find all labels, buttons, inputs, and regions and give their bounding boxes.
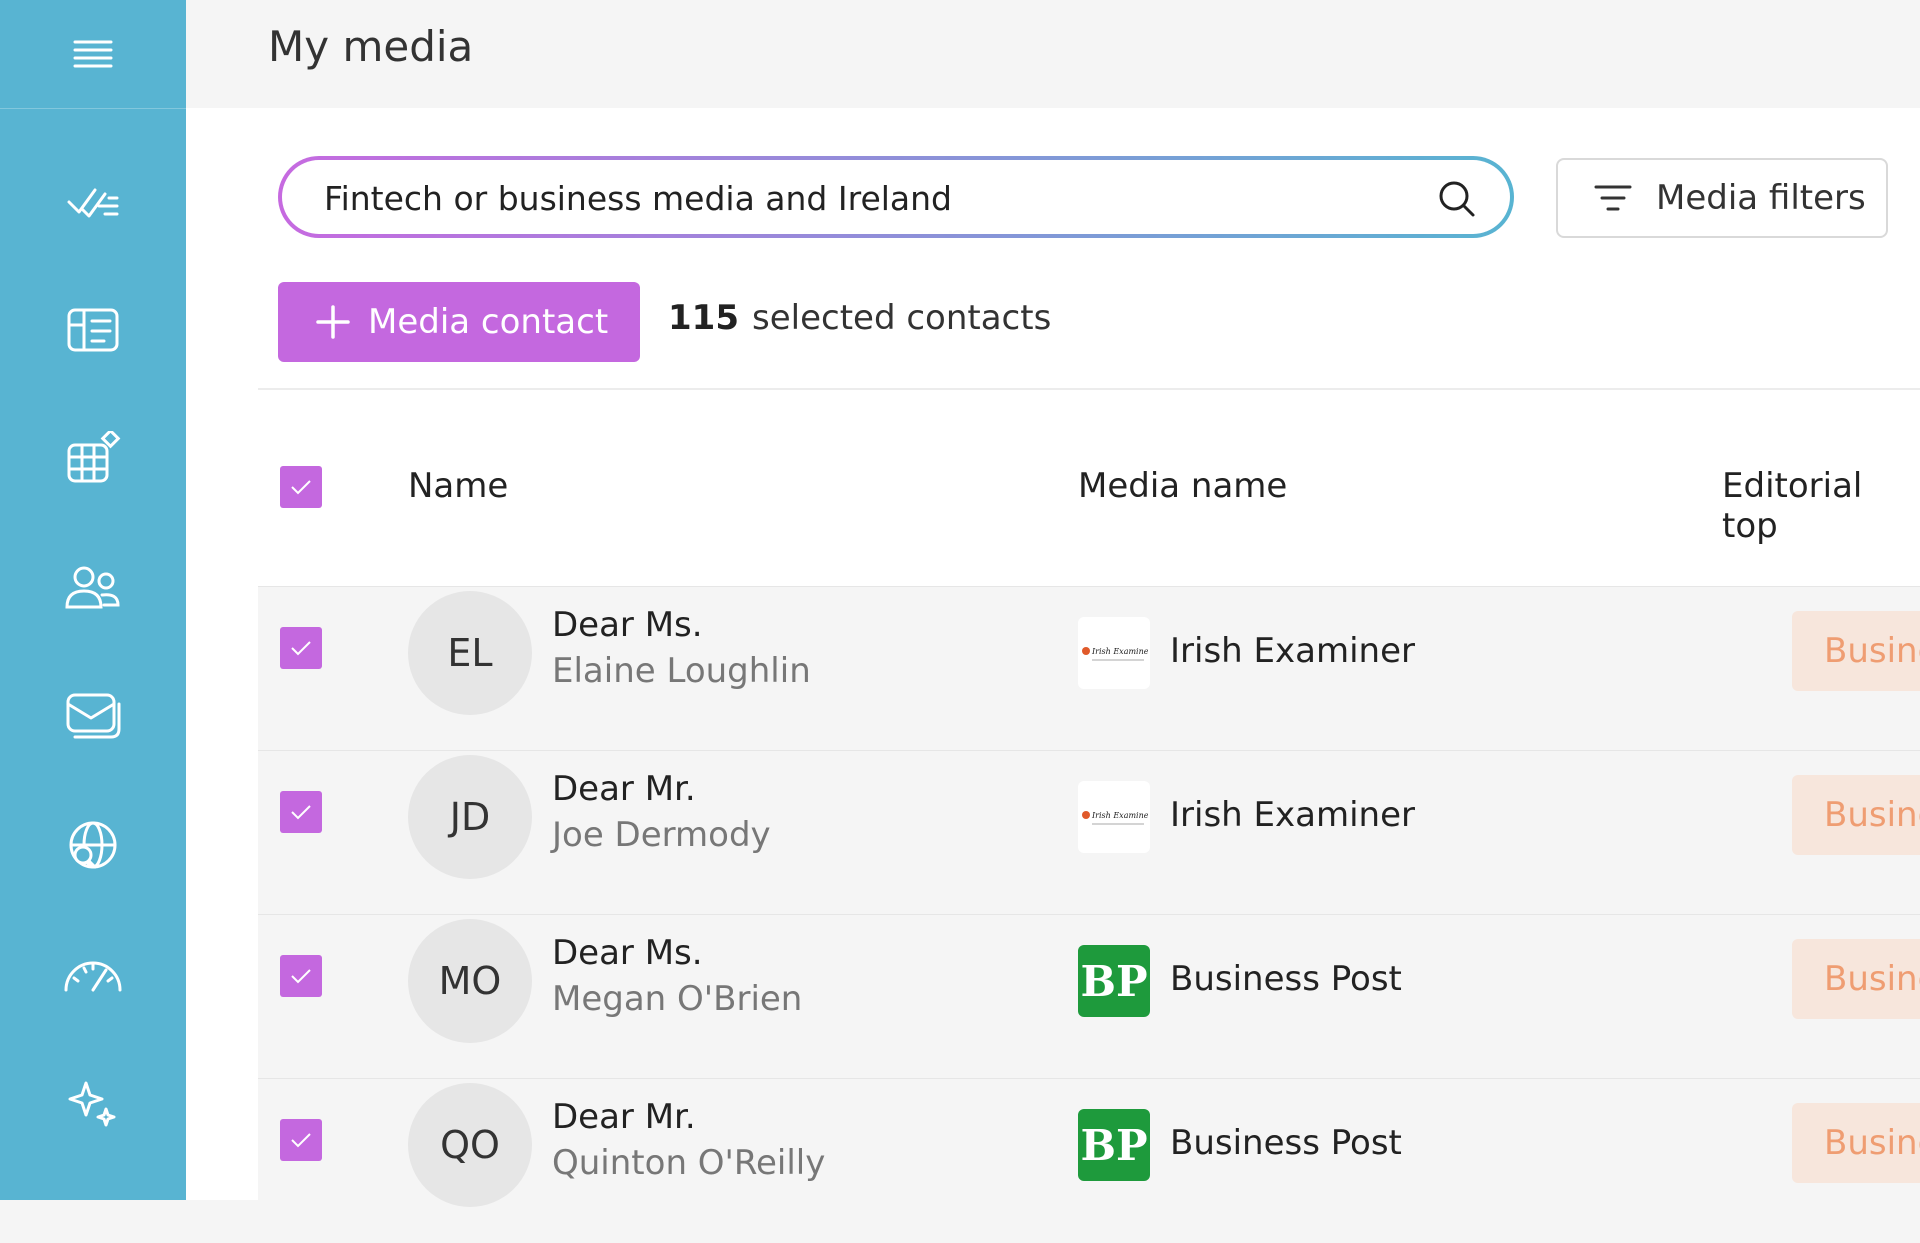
row-checkbox[interactable] [280,1119,322,1161]
filter-icon [1594,184,1632,212]
column-header-name[interactable]: Name [408,466,508,506]
check-icon [291,480,311,495]
selected-label: selected contacts [752,298,1052,338]
irish-examiner-wordmark: Irish Examiner [1091,647,1148,656]
contacts-icon [65,566,120,609]
nav-contacts[interactable] [0,548,186,628]
dashboard-icon [67,308,119,352]
selected-count: 115 [668,298,739,338]
nav-table-edit[interactable] [0,418,186,498]
globe-search-icon [69,821,117,869]
nav-tasks[interactable] [0,162,186,242]
row-checkbox[interactable] [280,791,322,833]
contact-name[interactable]: Quinton O'Reilly [552,1143,825,1183]
irish-examiner-logo: Irish Examiner [1078,781,1150,853]
row-checkbox[interactable] [280,627,322,669]
table-row[interactable]: QO Dear Mr. Quinton O'Reilly BP Business… [258,1078,1920,1243]
business-post-logo: BP [1078,1109,1150,1181]
page-title: My media [268,22,474,71]
business-post-logo: BP [1078,945,1150,1017]
column-header-media-name[interactable]: Media name [1078,466,1287,506]
check-icon [291,641,311,656]
topic-badge: Business [1792,775,1920,855]
column-header-editorial-topics[interactable]: Editorial top [1722,466,1920,546]
check-icon [291,1133,311,1148]
irish-examiner-logo: Irish Examiner [1078,617,1150,689]
menu-button[interactable] [0,0,186,109]
nav-sparkle[interactable] [0,1064,186,1144]
contact-name[interactable]: Elaine Loughlin [552,651,811,691]
media-filters-label: Media filters [1656,178,1866,218]
row-checkbox[interactable] [280,955,322,997]
media-name[interactable]: Irish Examiner [1170,631,1415,671]
select-all-checkbox[interactable] [280,466,322,508]
media-filters-button[interactable]: Media filters [1556,158,1888,238]
search-box [278,156,1514,238]
add-media-contact-label: Media contact [368,302,609,342]
topic-badge: Business [1792,1103,1920,1183]
avatar: QO [408,1083,532,1207]
sparkle-icon [68,1081,116,1127]
table-row[interactable]: MO Dear Ms. Megan O'Brien BP Business Po… [258,914,1920,1079]
table-row[interactable]: JD Dear Mr. Joe Dermody Irish Examiner I… [258,750,1920,915]
check-icon [291,969,311,984]
plus-icon [316,305,350,339]
nav-mail[interactable] [0,676,186,756]
contact-salutation: Dear Ms. [552,933,703,973]
top-bar: My media [186,0,1920,108]
nav-globe-search[interactable] [0,806,186,886]
contact-name[interactable]: Megan O'Brien [552,979,802,1019]
menu-icon [73,40,113,68]
search-icon[interactable] [1438,180,1476,218]
avatar: EL [408,591,532,715]
check-icon [291,805,311,820]
contact-name[interactable]: Joe Dermody [552,815,771,855]
sidebar [0,0,186,1200]
contact-salutation: Dear Ms. [552,605,703,645]
table-edit-icon [67,431,121,483]
add-media-contact-button[interactable]: Media contact [278,282,640,362]
media-name[interactable]: Irish Examiner [1170,795,1415,835]
contact-salutation: Dear Mr. [552,769,696,809]
mail-icon [66,693,121,739]
search-input[interactable] [322,160,1406,236]
avatar: MO [408,919,532,1043]
irish-examiner-wordmark: Irish Examiner [1091,811,1148,820]
media-name[interactable]: Business Post [1170,959,1402,999]
topic-badge: Business [1792,611,1920,691]
divider [258,388,1920,390]
topic-badge: Business [1792,939,1920,1019]
table-row[interactable]: EL Dear Ms. Elaine Loughlin Irish Examin… [258,586,1920,751]
main-content: Media filters Media contact 115 selected… [186,108,1920,1243]
contact-salutation: Dear Mr. [552,1097,696,1137]
gauge-icon [64,961,122,992]
tasks-icon [67,188,119,218]
avatar: JD [408,755,532,879]
nav-gauge[interactable] [0,934,186,1014]
nav-dashboard[interactable] [0,290,186,370]
media-name[interactable]: Business Post [1170,1123,1402,1163]
